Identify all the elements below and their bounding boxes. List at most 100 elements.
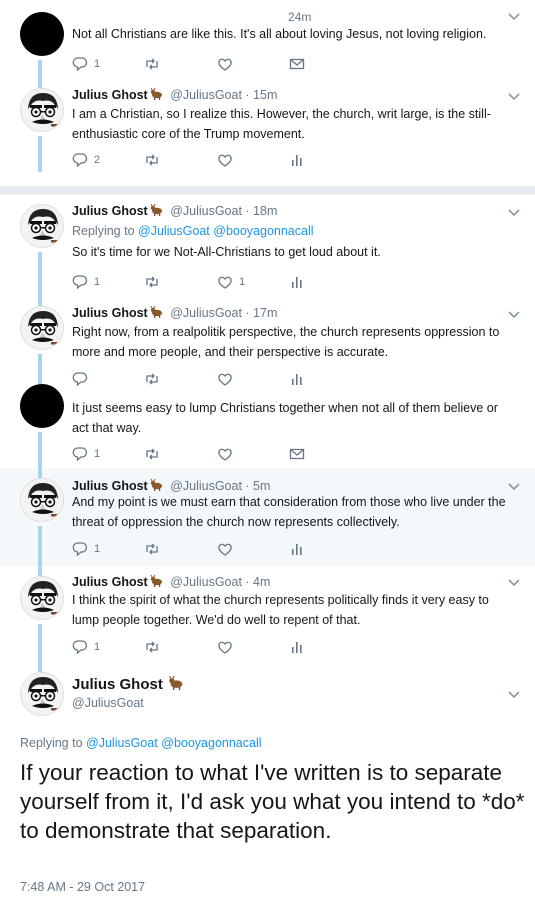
author-name[interactable]: Julius Ghost xyxy=(72,676,163,693)
analytics-icon xyxy=(292,155,302,166)
tweet-time[interactable]: · 5m xyxy=(245,479,270,493)
thread-line xyxy=(38,526,42,566)
analytics-icon xyxy=(292,544,302,555)
like-button[interactable] xyxy=(217,55,233,73)
dm-button[interactable] xyxy=(289,445,305,463)
tweet-actions: 1 xyxy=(72,55,332,73)
tweet-3[interactable]: Julius Ghost @JuliusGoat · 17m Right now… xyxy=(0,298,535,387)
retweet-button[interactable] xyxy=(144,55,160,73)
avatar[interactable] xyxy=(20,478,64,522)
like-button[interactable] xyxy=(217,540,233,558)
tweet-4[interactable]: It just seems easy to lump Christians to… xyxy=(0,384,535,468)
author-handle[interactable]: @JuliusGoat xyxy=(170,479,242,493)
tweet-actions: 1 1 xyxy=(72,273,332,291)
retweet-button[interactable] xyxy=(144,638,160,656)
author-handle[interactable]: @JuliusGoat xyxy=(170,306,242,320)
tweet-time[interactable]: · 17m xyxy=(245,306,277,320)
replying-to: Replying to @JuliusGoat @booyagonnacall xyxy=(72,224,314,238)
thread-line xyxy=(38,60,42,82)
chevron-down-icon[interactable] xyxy=(507,578,521,588)
avatar[interactable] xyxy=(20,384,64,428)
tweet-1[interactable]: Julius Ghost @JuliusGoat · 15m I am a Ch… xyxy=(0,82,535,182)
heart-icon xyxy=(218,58,232,71)
retweet-button[interactable] xyxy=(144,445,160,463)
tweet-header: Julius Ghost @JuliusGoat · 17m xyxy=(72,306,277,320)
reply-button[interactable]: 1 xyxy=(72,273,100,291)
chevron-down-icon[interactable] xyxy=(507,690,521,700)
retweet-button[interactable] xyxy=(144,151,160,169)
like-button[interactable] xyxy=(217,638,233,656)
heart-icon xyxy=(218,543,232,556)
reply-button[interactable]: 1 xyxy=(72,55,100,73)
author-name[interactable]: Julius Ghost xyxy=(72,575,148,589)
author-name[interactable]: Julius Ghost xyxy=(72,479,148,493)
main-author-handle[interactable]: @JuliusGoat xyxy=(72,696,144,710)
retweet-icon xyxy=(146,448,158,460)
tweet-time[interactable]: · 18m xyxy=(245,204,277,218)
main-author-name[interactable]: Julius Ghost xyxy=(72,676,188,693)
tweet-time[interactable]: · 15m xyxy=(245,88,277,102)
like-button[interactable]: 1 xyxy=(217,273,245,291)
avatar[interactable] xyxy=(20,576,64,620)
chevron-down-icon[interactable] xyxy=(507,92,521,102)
tweet-actions: 1 xyxy=(72,638,332,656)
groucho-avatar-icon xyxy=(21,673,63,715)
analytics-button[interactable] xyxy=(289,273,305,291)
reply-button[interactable]: 1 xyxy=(72,638,100,656)
author-handle[interactable]: @JuliusGoat xyxy=(170,88,242,102)
analytics-icon xyxy=(292,642,302,653)
avatar[interactable] xyxy=(20,12,64,56)
avatar[interactable] xyxy=(20,88,64,132)
heart-icon xyxy=(218,154,232,167)
reply-button[interactable]: 1 xyxy=(72,445,100,463)
goat-emoji-icon xyxy=(150,306,162,318)
like-button[interactable] xyxy=(217,151,233,169)
chevron-down-icon[interactable] xyxy=(507,310,521,320)
tweet-time[interactable]: · 4m xyxy=(245,575,270,589)
avatar[interactable] xyxy=(20,204,64,248)
author-name[interactable]: Julius Ghost xyxy=(72,306,148,320)
thread-line xyxy=(38,354,42,384)
dm-button[interactable] xyxy=(289,55,305,73)
tweet-actions: 1 xyxy=(72,540,332,558)
thread-line xyxy=(38,566,42,576)
tweet-2[interactable]: Julius Ghost @JuliusGoat · 18m Replying … xyxy=(0,198,535,298)
chevron-down-icon[interactable] xyxy=(507,12,521,22)
tweet-6[interactable]: Julius Ghost @JuliusGoat · 4m I think th… xyxy=(0,566,535,666)
avatar[interactable] xyxy=(20,306,64,350)
author-name[interactable]: Julius Ghost xyxy=(72,204,148,218)
reply-button[interactable]: 2 xyxy=(72,151,100,169)
replying-to-link[interactable]: @JuliusGoat @booyagonnacall xyxy=(138,224,313,238)
analytics-button[interactable] xyxy=(289,540,305,558)
like-button[interactable] xyxy=(217,445,233,463)
retweet-button[interactable] xyxy=(144,540,160,558)
thread-line xyxy=(38,432,42,468)
groucho-avatar-icon xyxy=(21,89,63,131)
retweet-icon xyxy=(146,543,158,555)
author-handle[interactable]: @JuliusGoat xyxy=(170,575,242,589)
chevron-down-icon[interactable] xyxy=(507,208,521,218)
retweet-icon xyxy=(146,276,158,288)
tweet-text: Not all Christians are like this. It's a… xyxy=(72,27,487,41)
main-timestamp[interactable]: 7:48 AM - 29 Oct 2017 xyxy=(20,880,145,894)
reply-icon xyxy=(72,275,88,290)
author-handle[interactable]: @JuliusGoat xyxy=(170,204,242,218)
retweet-icon xyxy=(146,641,158,653)
replying-to-link[interactable]: @JuliusGoat @booyagonnacall xyxy=(86,736,261,750)
analytics-button[interactable] xyxy=(289,151,305,169)
reply-count: 1 xyxy=(94,448,101,460)
reply-button[interactable]: 1 xyxy=(72,540,100,558)
tweet-header: Julius Ghost @JuliusGoat · 4m xyxy=(72,575,270,589)
like-count: 1 xyxy=(239,276,246,288)
tweet-0[interactable]: 24m Not all Christians are like this. It… xyxy=(0,0,535,82)
chevron-down-icon[interactable] xyxy=(507,482,521,492)
tweet-5[interactable]: Julius Ghost @JuliusGoat · 5m And my poi… xyxy=(0,468,535,566)
avatar[interactable] xyxy=(20,672,64,716)
goat-emoji-icon xyxy=(150,88,162,100)
tweet-time[interactable]: 24m xyxy=(288,10,311,24)
groucho-avatar-icon xyxy=(21,479,63,521)
tweet-text: It just seems easy to lump Christians to… xyxy=(72,401,498,435)
author-name[interactable]: Julius Ghost xyxy=(72,88,148,102)
analytics-button[interactable] xyxy=(289,638,305,656)
retweet-button[interactable] xyxy=(144,273,160,291)
